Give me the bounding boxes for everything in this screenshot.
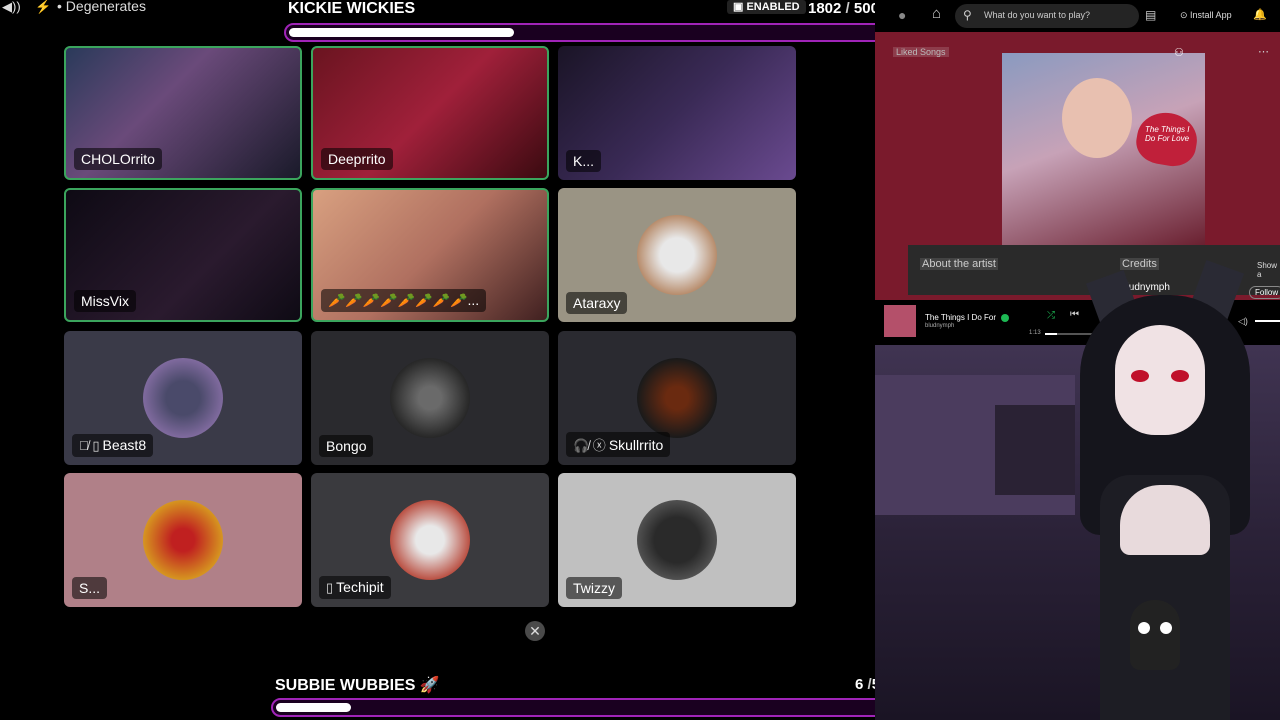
participant-name: 🎧̸ ⓧ Skullrrito xyxy=(566,432,671,457)
participant-tile[interactable]: CHOLOrrito xyxy=(64,46,302,180)
avatar-eye-right xyxy=(1171,370,1189,382)
participant-name: MissVix xyxy=(74,290,136,312)
participant-tile[interactable]: K... xyxy=(558,46,796,180)
participant-tile[interactable]: MissVix xyxy=(64,188,302,322)
participant-tile[interactable]: 🎧̸ ⓧ Skullrrito xyxy=(558,331,796,465)
avatar-face xyxy=(1115,325,1205,435)
album-face xyxy=(1062,78,1132,158)
avatar-eye-left xyxy=(1131,370,1149,382)
twizzy-avatar xyxy=(637,500,717,580)
participant-name: Twizzy xyxy=(566,577,622,599)
bell-icon[interactable]: 🔔 xyxy=(1253,8,1267,21)
black-cat-icon xyxy=(1130,600,1180,670)
status-icons: ▯ xyxy=(326,580,334,595)
participant-tile[interactable]: ▯ Techipit xyxy=(311,473,549,607)
participant-tile[interactable]: Ataraxy xyxy=(558,188,796,322)
participant-name-text: Skullrrito xyxy=(608,437,664,453)
album-art: The Things I Do For Love xyxy=(1002,53,1205,245)
install-app-button[interactable]: ⊙ Install App xyxy=(1180,10,1232,21)
participant-name-text: Beast8 xyxy=(102,437,147,453)
participant-name-text: Techipit xyxy=(336,579,384,595)
home-icon[interactable]: ⌂ xyxy=(932,5,941,22)
search-icon: ⚲ xyxy=(963,8,972,22)
participant-name: ▯ Techipit xyxy=(319,576,391,599)
participant-tile[interactable]: S... xyxy=(64,473,302,607)
lightning-icon: ⚡ xyxy=(35,0,52,14)
close-button[interactable]: ✕ xyxy=(525,621,545,641)
participant-tile[interactable]: Deeprrito xyxy=(311,46,549,180)
participant-name-text: Deeprrito xyxy=(328,151,386,167)
clapper-icon: ▣ xyxy=(733,1,747,13)
participant-name-text: CHOLOrrito xyxy=(81,151,155,167)
participant-name: S... xyxy=(72,577,108,599)
bongo-avatar xyxy=(390,358,470,438)
more-icon[interactable]: ⋯ xyxy=(1258,45,1269,58)
participant-name-text: MissVix xyxy=(81,293,129,309)
enabled-badge: ▣ ENABLED xyxy=(727,0,806,14)
participant-tile[interactable]: Twizzy xyxy=(558,473,796,607)
participant-name-text: S... xyxy=(79,580,101,596)
album-title-text: The Things I Do For Love xyxy=(1145,125,1190,143)
participant-name-text: Ataraxy xyxy=(573,295,621,311)
skull-avatar xyxy=(637,358,717,438)
now-playing-thumb xyxy=(884,305,916,337)
about-artist-heading: About the artist xyxy=(920,258,998,270)
cat-eye-right xyxy=(1160,622,1172,634)
crest-avatar xyxy=(143,500,223,580)
status-icons: 🎙̸ ▯ xyxy=(79,438,100,453)
user-icon[interactable]: ⚇ xyxy=(1174,46,1184,59)
techipit-avatar xyxy=(390,500,470,580)
participant-tile[interactable]: Bongo xyxy=(311,331,549,465)
speaker-icon[interactable]: ◀)) xyxy=(2,0,21,15)
participant-name: CHOLOrrito xyxy=(74,148,162,170)
participant-name: Bongo xyxy=(319,435,374,457)
participant-name-text: 🥕🥕🥕🥕🥕🥕🥕🥕... xyxy=(328,292,480,308)
spotify-logo-icon: ● xyxy=(898,7,907,23)
top-goal-title: KICKIE WICKIES xyxy=(288,0,416,17)
track-artist[interactable]: bludnymph xyxy=(925,323,954,329)
elapsed-time: 1:13 xyxy=(1029,330,1041,336)
participant-name: 🎙̸ ▯ Beast8 xyxy=(72,434,154,457)
beast-avatar xyxy=(143,358,223,438)
participant-name: 🥕🥕🥕🥕🥕🥕🥕🥕... xyxy=(321,289,487,312)
spotify-search-input[interactable]: ⚲ What do you want to play? ▤ xyxy=(955,4,1156,28)
cat-avatar xyxy=(637,215,717,295)
participant-name-text: Twizzy xyxy=(573,580,615,596)
server-name[interactable]: • Degenerates xyxy=(57,0,146,14)
track-title[interactable]: The Things I Do For xyxy=(925,313,996,322)
top-goal-progress xyxy=(289,28,515,37)
discord-header: ◀)) ⚡ • Degenerates xyxy=(0,0,290,16)
rocket-icon: 🚀 xyxy=(419,677,440,694)
bottom-goal-title: SUBBIE WUBBIES 🚀 xyxy=(275,677,440,694)
playlist-name: Liked Songs xyxy=(893,47,949,57)
participant-tile[interactable]: 🎙̸ ▯ Beast8 xyxy=(64,331,302,465)
participant-tile[interactable]: 🥕🥕🥕🥕🥕🥕🥕🥕... xyxy=(311,188,549,322)
participant-name: Deeprrito xyxy=(321,148,393,170)
avatar-chest xyxy=(1120,485,1210,555)
participant-name: K... xyxy=(566,150,602,172)
participant-name-text: Bongo xyxy=(326,438,367,454)
cat-eye-left xyxy=(1138,622,1150,634)
top-goal-bar xyxy=(284,23,920,42)
status-icons: 🎧̸ ⓧ xyxy=(573,438,606,453)
bottom-goal-progress xyxy=(276,703,352,712)
browse-icon[interactable]: ▤ xyxy=(1145,8,1156,22)
participant-name: Ataraxy xyxy=(566,292,628,314)
bottom-goal-bar xyxy=(271,698,907,717)
liked-check-icon[interactable] xyxy=(1001,314,1009,322)
vtuber-avatar xyxy=(1040,255,1280,720)
participant-name-text: K... xyxy=(573,153,595,169)
